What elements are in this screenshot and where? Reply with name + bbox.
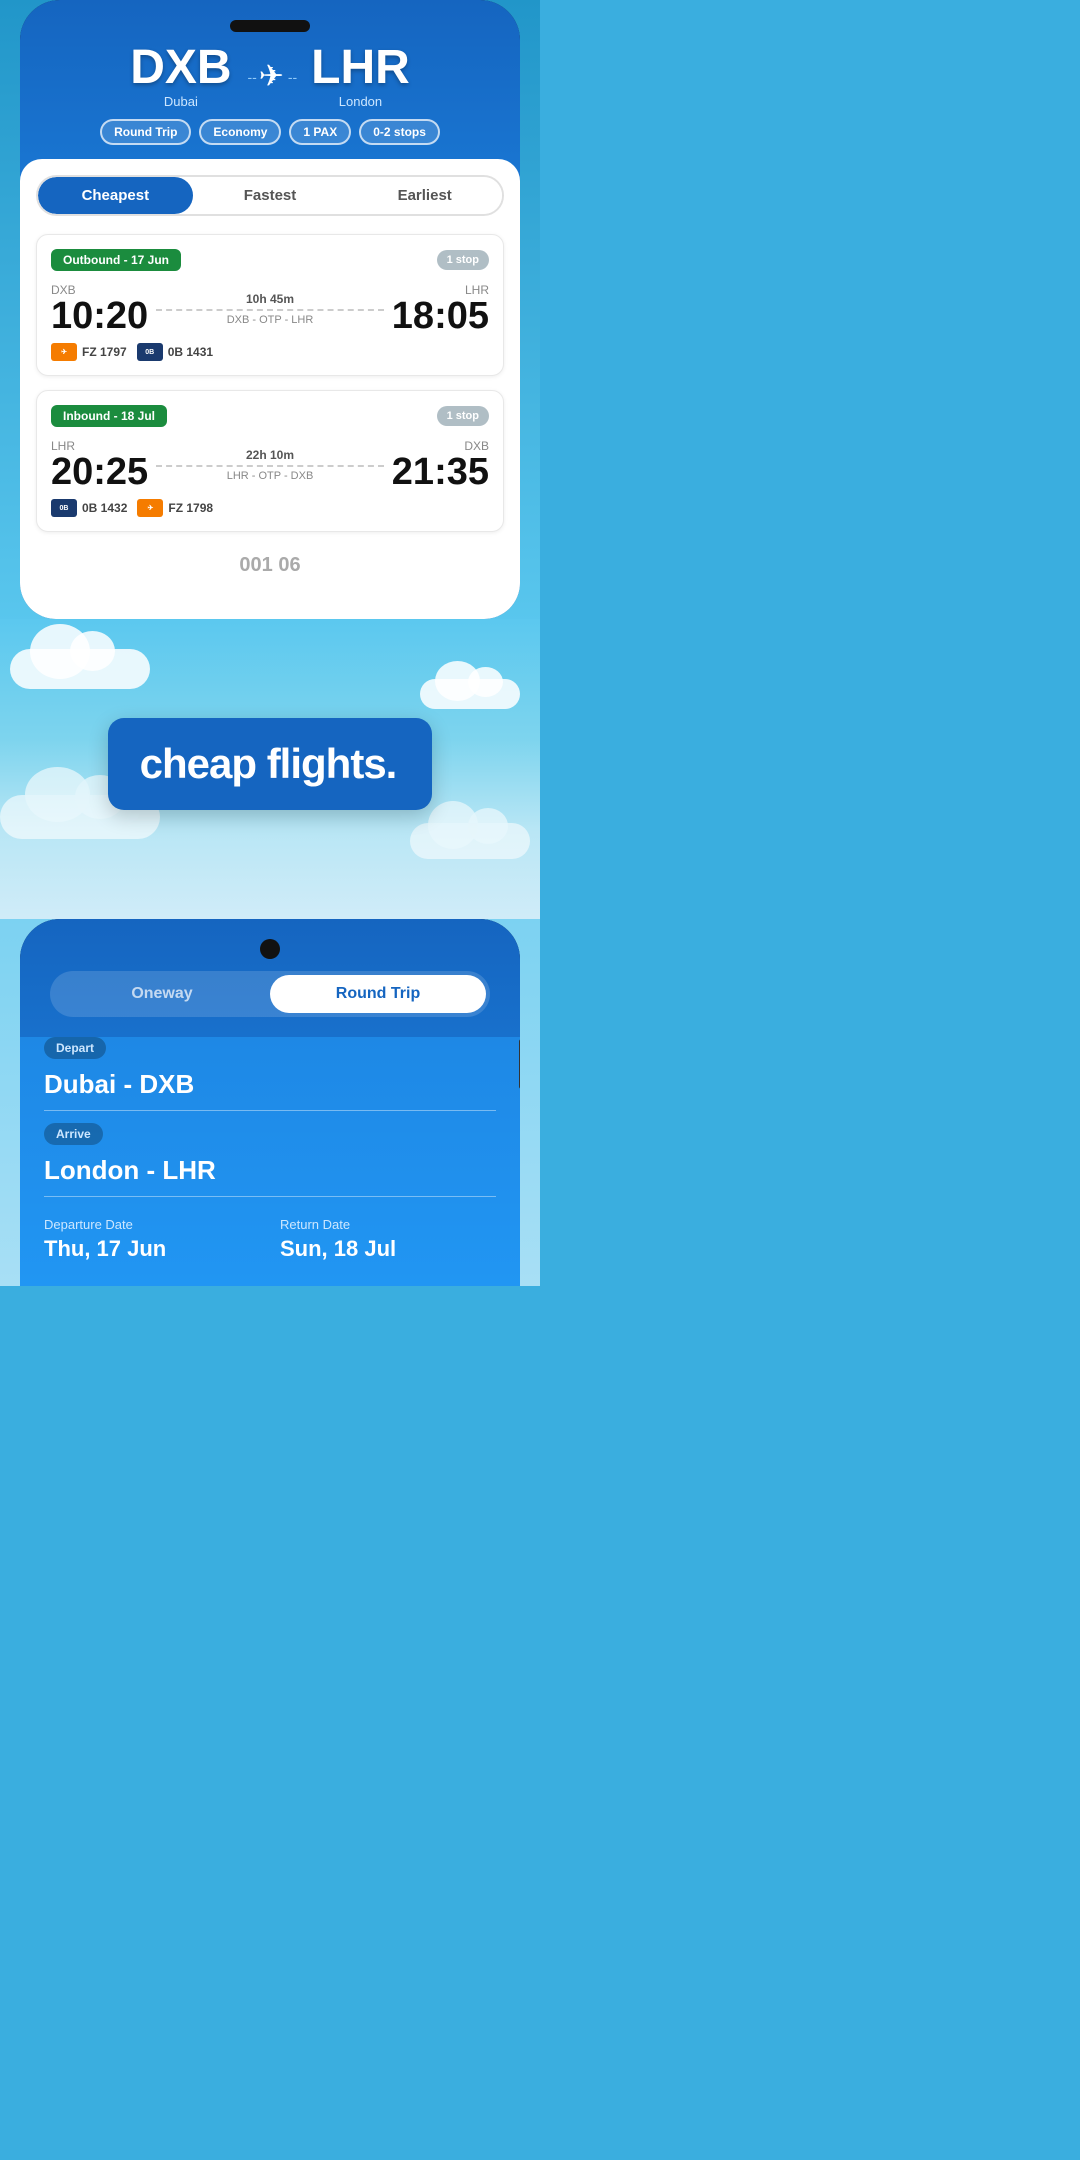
inbound-flight-card[interactable]: Inbound - 18 Jul 1 stop LHR 20:25 22h 10… — [36, 390, 504, 532]
cloud-2 — [420, 679, 520, 709]
cheap-flights-banner: cheap flights. — [108, 718, 433, 810]
filter-tabs: Cheapest Fastest Earliest — [36, 175, 504, 216]
arrive-label: Arrive — [44, 1123, 103, 1145]
trip-type-toggle: Oneway Round Trip — [50, 971, 490, 1017]
outbound-card-header: Outbound - 17 Jun 1 stop — [51, 249, 489, 271]
depart-field-block: Depart Dubai - DXB — [44, 1037, 496, 1111]
outbound-route-row: DXB 10:20 10h 45m DXB - OTP - LHR LHR 18… — [51, 283, 489, 335]
inbound-route-path: LHR - OTP - DXB — [156, 470, 384, 482]
results-content: Cheapest Fastest Earliest Outbound - 17 … — [20, 159, 520, 619]
tag-pax[interactable]: 1 PAX — [289, 119, 351, 145]
depart-value[interactable]: Dubai - DXB — [44, 1065, 496, 1111]
outbound-airlines: ✈ FZ 1797 0B 0B 1431 — [51, 343, 489, 361]
side-button — [519, 1039, 520, 1089]
price-peek: 001 06 — [36, 546, 504, 579]
inbound-badge: Inbound - 18 Jul — [51, 405, 167, 427]
departure-date-value: Thu, 17 Jun — [44, 1236, 260, 1262]
inbound-route-line — [156, 465, 384, 467]
airport-header: DXB Dubai ✈ LHR London — [20, 40, 520, 119]
inbound-airline-2: ✈ FZ 1798 — [137, 499, 213, 517]
destination-code: LHR — [311, 44, 410, 92]
arrive-value[interactable]: London - LHR — [44, 1151, 496, 1197]
destination-city: London — [311, 94, 410, 109]
inbound-stops: 1 stop — [437, 406, 489, 426]
inbound-card-header: Inbound - 18 Jul 1 stop — [51, 405, 489, 427]
outbound-departure: DXB 10:20 — [51, 283, 148, 335]
arrive-field-block: Arrive London - LHR — [44, 1123, 496, 1197]
route-line — [156, 309, 384, 311]
inbound-airline-1: 0B 0B 1432 — [51, 499, 127, 517]
outbound-flight-num-2: 0B 1431 — [168, 345, 213, 359]
return-date-label: Return Date — [280, 1217, 496, 1232]
dates-row: Departure Date Thu, 17 Jun Return Date S… — [44, 1209, 496, 1262]
phone-notch — [20, 14, 520, 40]
top-phone: DXB Dubai ✈ LHR London Round Trip Econom… — [20, 0, 520, 619]
cloud-1 — [10, 649, 150, 689]
inbound-duration: 22h 10m — [156, 448, 384, 462]
inbound-departure: LHR 20:25 — [51, 439, 148, 491]
inbound-arrival: DXB 21:35 — [392, 439, 489, 491]
depart-label: Depart — [44, 1037, 106, 1059]
origin-code: DXB — [130, 44, 231, 92]
outbound-airline-2: 0B 0B 1431 — [137, 343, 213, 361]
outbound-route-middle: 10h 45m DXB - OTP - LHR — [148, 292, 392, 326]
inbound-flight-num-2: FZ 1798 — [168, 501, 213, 515]
cloud-4 — [410, 823, 530, 859]
return-date-block[interactable]: Return Date Sun, 18 Jul — [280, 1217, 496, 1262]
inbound-flight-num-1: 0B 1432 — [82, 501, 127, 515]
tag-stops[interactable]: 0-2 stops — [359, 119, 440, 145]
outbound-stops: 1 stop — [437, 250, 489, 270]
departure-date-block[interactable]: Departure Date Thu, 17 Jun — [44, 1217, 260, 1262]
destination-block: LHR London — [311, 44, 410, 109]
outbound-badge: Outbound - 17 Jun — [51, 249, 181, 271]
search-tags: Round Trip Economy 1 PAX 0-2 stops — [20, 119, 520, 159]
origin-city: Dubai — [130, 94, 231, 109]
dubai-logo-2: ✈ — [137, 499, 163, 517]
middle-section: cheap flights. — [0, 619, 540, 919]
inbound-route-row: LHR 20:25 22h 10m LHR - OTP - DXB DXB 21… — [51, 439, 489, 491]
outbound-depart-time: 10:20 — [51, 297, 148, 335]
outbound-flight-num-1: FZ 1797 — [82, 345, 127, 359]
return-date-value: Sun, 18 Jul — [280, 1236, 496, 1262]
inbound-route-middle: 22h 10m LHR - OTP - DXB — [148, 448, 392, 482]
outbound-flight-card[interactable]: Outbound - 17 Jun 1 stop DXB 10:20 10h 4… — [36, 234, 504, 376]
blue-logo-2: 0B — [51, 499, 77, 517]
round-trip-option[interactable]: Round Trip — [270, 975, 486, 1013]
bottom-phone-notch — [20, 933, 520, 971]
departure-date-label: Departure Date — [44, 1217, 260, 1232]
oneway-option[interactable]: Oneway — [54, 975, 270, 1013]
outbound-duration: 10h 45m — [156, 292, 384, 306]
bottom-phone: Oneway Round Trip Depart Dubai - DXB Arr… — [20, 919, 520, 1286]
tag-round-trip[interactable]: Round Trip — [100, 119, 191, 145]
origin-block: DXB Dubai — [130, 44, 231, 109]
cheap-flights-text: cheap flights. — [140, 740, 397, 787]
outbound-arrive-time: 18:05 — [392, 297, 489, 335]
inbound-depart-time: 20:25 — [51, 453, 148, 491]
inbound-airlines: 0B 0B 1432 ✈ FZ 1798 — [51, 499, 489, 517]
dubai-logo-1: ✈ — [51, 343, 77, 361]
tab-earliest[interactable]: Earliest — [347, 177, 502, 214]
search-form: Depart Dubai - DXB Arrive London - LHR D… — [20, 1037, 520, 1286]
outbound-arrival: LHR 18:05 — [392, 283, 489, 335]
tab-cheapest[interactable]: Cheapest — [38, 177, 193, 214]
blue-logo-1: 0B — [137, 343, 163, 361]
outbound-airline-1: ✈ FZ 1797 — [51, 343, 127, 361]
outbound-route-path: DXB - OTP - LHR — [156, 314, 384, 326]
tag-economy[interactable]: Economy — [199, 119, 281, 145]
inbound-arrive-time: 21:35 — [392, 453, 489, 491]
flight-direction-icon: ✈ — [248, 59, 296, 94]
tab-fastest[interactable]: Fastest — [193, 177, 348, 214]
